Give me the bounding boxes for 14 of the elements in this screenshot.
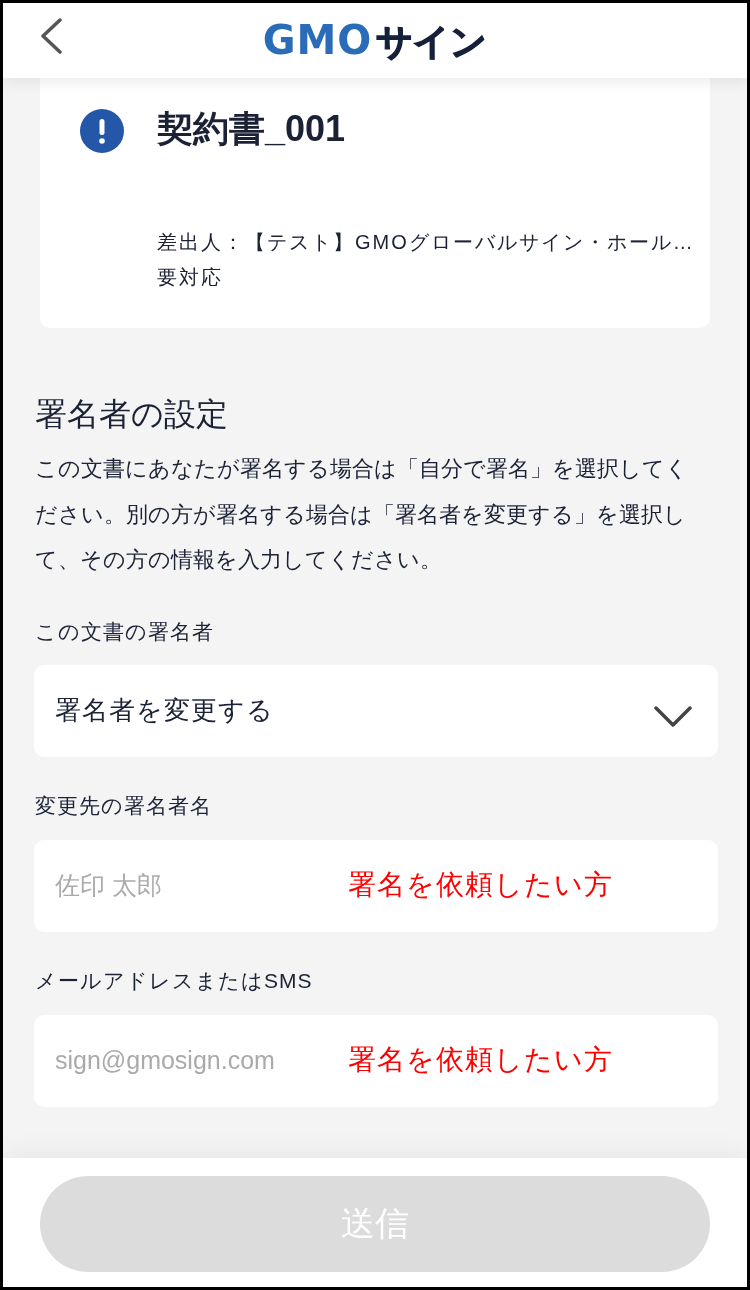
chevron-left-icon [39, 18, 63, 54]
sender-text: 差出人：【テスト】GMOグローバルサイン・ホール… [157, 230, 690, 255]
app-logo: GMOサイン [262, 19, 488, 60]
field-label: 変更先の署名者名 [35, 792, 213, 819]
section-heading: 署名者の設定 [35, 395, 229, 434]
field-label: この文書の署名者 [35, 618, 215, 645]
chevron-down-icon [654, 705, 692, 728]
field-label: メールアドレスまたはSMS [35, 967, 314, 994]
description-text: この文書にあなたが署名する場合は「自分で署名」を選択してください。別の方が署名する場合は「署名者を変更する」を選択して、その方の情報を入力してください。 [35, 455, 689, 574]
signer-select[interactable]: 署名者を変更する [34, 664, 718, 757]
document-title: 契約書_001 [157, 107, 347, 151]
status-text: 要対応 [157, 265, 224, 290]
annotation-text: 署名を依頼したい方 [348, 867, 613, 902]
annotation-text: 署名を依頼したい方 [348, 1042, 613, 1077]
